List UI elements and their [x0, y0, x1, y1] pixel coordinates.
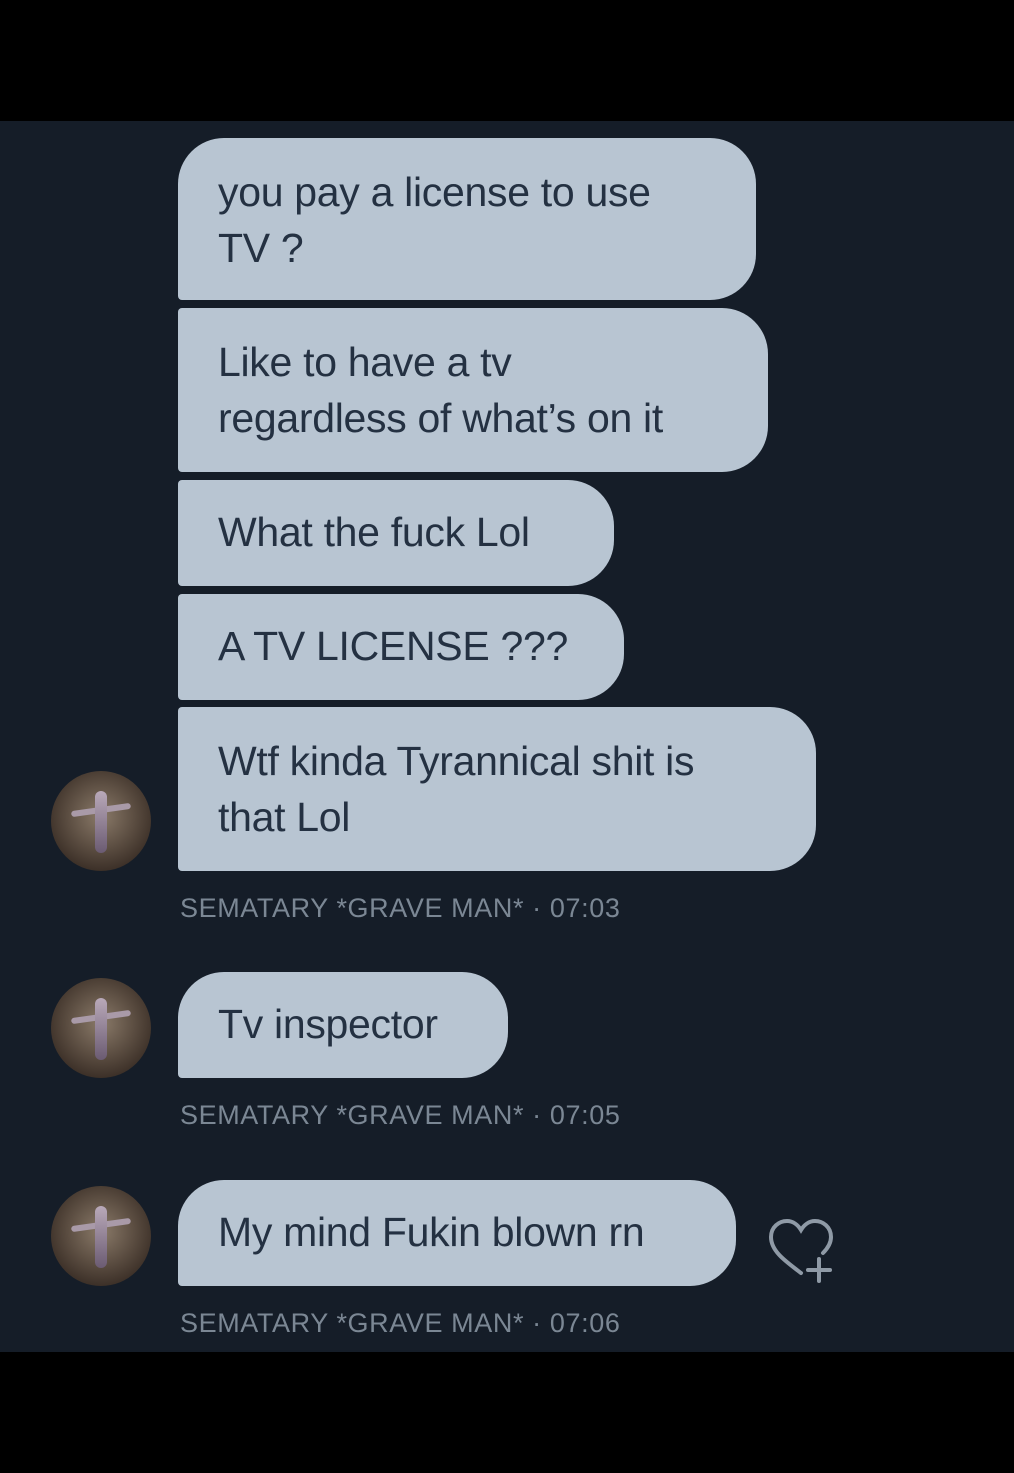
- message-meta: SEMATARY *GRAVE MAN* · 07:03: [180, 893, 621, 923]
- message-text-line: Like to have a tv: [218, 339, 512, 385]
- heart-plus-icon[interactable]: [765, 1215, 837, 1287]
- message-bubble[interactable]: My mind Fukin blown rn: [178, 1180, 736, 1286]
- bottom-letterbox: [0, 1352, 1014, 1473]
- top-letterbox: [0, 0, 1014, 121]
- user-avatar[interactable]: [51, 771, 151, 871]
- message-text: My mind Fukin blown rn: [218, 1209, 645, 1255]
- message-text: A TV LICENSE ???: [218, 623, 568, 669]
- message-meta: SEMATARY *GRAVE MAN* · 07:05: [180, 1100, 621, 1130]
- message-bubble[interactable]: Like to have a tv regardless of what’s o…: [178, 308, 768, 472]
- user-avatar[interactable]: [51, 978, 151, 1078]
- message-bubble[interactable]: Wtf kinda Tyrannical shit is that Lol: [178, 707, 816, 871]
- avatar-figure: [95, 998, 107, 1060]
- message-bubble[interactable]: A TV LICENSE ???: [178, 594, 624, 700]
- message-bubble[interactable]: Tv inspector: [178, 972, 508, 1078]
- message-text-line: regardless of what’s on it: [218, 395, 663, 441]
- avatar-figure: [95, 1206, 107, 1268]
- message-bubble[interactable]: you pay a license to use TV ?: [178, 138, 756, 300]
- message-text-line: Wtf kinda Tyrannical shit is: [218, 738, 695, 784]
- message-text-line: you pay a license to use: [218, 169, 651, 215]
- avatar-figure: [95, 791, 107, 853]
- message-text-line: TV ?: [218, 225, 304, 271]
- message-text: Tv inspector: [218, 1001, 438, 1047]
- message-bubble[interactable]: What the fuck Lol: [178, 480, 614, 586]
- user-avatar[interactable]: [51, 1186, 151, 1286]
- message-text: What the fuck Lol: [218, 509, 530, 555]
- message-text-line: that Lol: [218, 794, 351, 840]
- message-meta: SEMATARY *GRAVE MAN* · 07:06: [180, 1308, 621, 1338]
